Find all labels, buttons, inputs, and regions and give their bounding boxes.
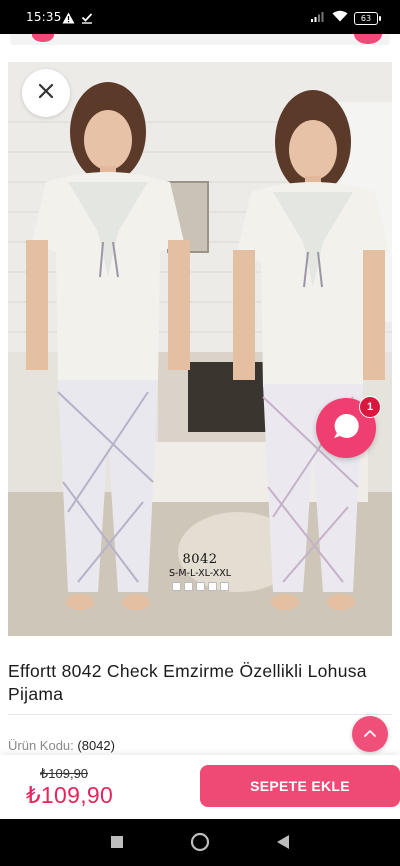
add-to-cart-button[interactable]: SEPETE EKLE (200, 765, 400, 807)
product-image (8, 62, 392, 636)
battery-level: 63 (360, 13, 372, 23)
old-price: ₺109,90 (40, 766, 89, 781)
image-code-overlay: 8042 S-M-L-XL-XXL (160, 552, 240, 591)
image-product-code: 8042 (182, 552, 218, 567)
scroll-to-top-button[interactable] (352, 716, 388, 752)
chat-bubble-icon (331, 411, 361, 446)
product-code-row: Ürün Kodu: (8042) (8, 738, 115, 753)
status-time: 15:35 (26, 10, 62, 24)
swatch (195, 582, 205, 591)
background-page-strip (0, 34, 400, 60)
navigation-bar (0, 819, 400, 866)
divider (8, 714, 392, 715)
swatch (171, 582, 181, 591)
back-icon[interactable] (272, 831, 294, 853)
download-done-icon (81, 11, 93, 29)
swatch (207, 582, 217, 591)
chat-badge: 1 (359, 396, 381, 418)
image-size-range: S-M-L-XL-XXL (168, 568, 232, 579)
status-bar: 15:35 63 (0, 0, 400, 34)
product-title: Effortt 8042 Check Emzirme Özellikli Loh… (8, 661, 367, 704)
signal-icon (310, 9, 326, 27)
close-button[interactable] (22, 69, 70, 117)
home-icon[interactable] (189, 831, 211, 853)
color-swatches (160, 582, 240, 591)
recents-icon[interactable] (106, 831, 128, 853)
warning-icon (62, 11, 75, 29)
current-price: ₺109,90 (26, 782, 114, 808)
close-icon (38, 83, 54, 104)
product-code-label: Ürün Kodu: (8, 738, 74, 753)
swatch (219, 582, 229, 591)
swatch (183, 582, 193, 591)
add-to-cart-bar: ₺109,90 ₺109,90 SEPETE EKLE (0, 755, 400, 819)
product-code-value: (8042) (77, 738, 115, 753)
chevron-up-icon (363, 725, 377, 743)
battery-icon: 63 (354, 11, 381, 25)
wifi-icon (332, 9, 348, 27)
